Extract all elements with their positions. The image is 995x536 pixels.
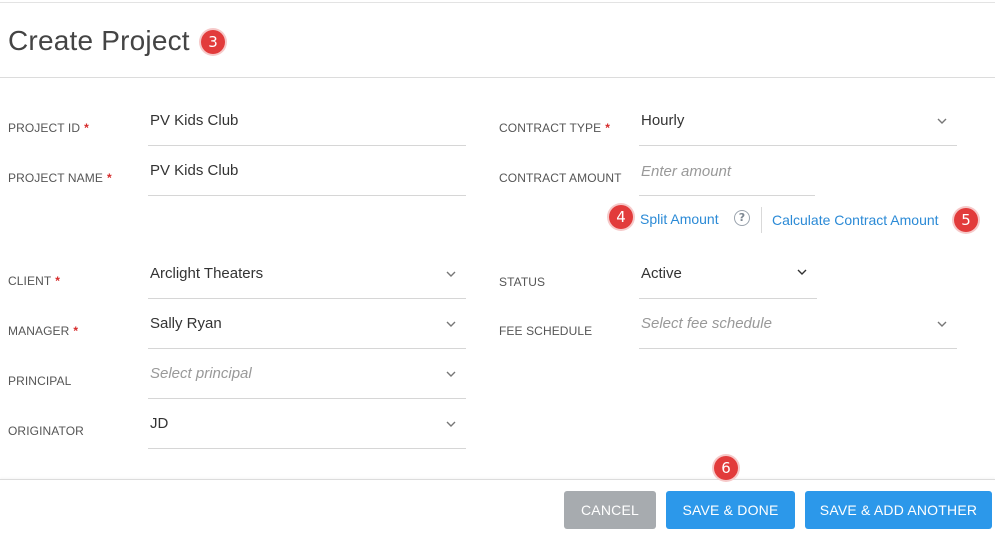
required-marker: * (107, 171, 112, 185)
contract-amount-input[interactable] (639, 156, 815, 186)
step-badge-6: 6 (714, 456, 738, 480)
contract-type-select[interactable]: Hourly (639, 96, 957, 146)
fee-schedule-select[interactable]: Select fee schedule (639, 299, 957, 349)
required-marker: * (605, 121, 610, 135)
status-value: Active (641, 265, 682, 282)
required-marker: * (73, 324, 79, 338)
originator-value: JD (150, 415, 169, 432)
chevron-down-icon (446, 269, 456, 279)
client-value: Arclight Theaters (150, 265, 264, 282)
contract-amount-label: CONTRACT AMOUNT (499, 171, 622, 185)
save-and-done-button[interactable]: SAVE & DONE (666, 491, 795, 529)
project-id-label: PROJECT ID * (8, 121, 89, 135)
page-title: Create Project (8, 25, 190, 56)
step-badge-3: 3 (201, 30, 225, 54)
split-amount-link[interactable]: Split Amount (640, 211, 719, 227)
contract-type-value: Hourly (641, 112, 685, 129)
page-header: Create Project (0, 3, 995, 78)
help-circle-icon[interactable]: ? (734, 210, 750, 226)
project-id-field[interactable]: PV Kids Club (148, 96, 466, 146)
contract-amount-field[interactable] (639, 146, 815, 196)
chevron-down-icon (937, 116, 947, 126)
project-id-value: PV Kids Club (150, 112, 239, 129)
required-marker: * (84, 121, 89, 135)
project-name-field[interactable]: PV Kids Club (148, 146, 466, 196)
cancel-button[interactable]: CANCEL (564, 491, 656, 529)
fee-schedule-label: FEE SCHEDULE (499, 324, 593, 338)
calculate-contract-amount-link[interactable]: Calculate Contract Amount (772, 212, 939, 228)
client-label: CLIENT * (8, 274, 61, 288)
save-and-add-another-button[interactable]: SAVE & ADD ANOTHER (805, 491, 992, 529)
manager-value: Sally Ryan (150, 315, 222, 332)
principal-select[interactable]: Select principal (148, 349, 466, 399)
status-label: STATUS (499, 275, 546, 289)
required-marker: * (55, 274, 61, 288)
chevron-down-icon (937, 319, 947, 329)
project-name-value: PV Kids Club (150, 162, 239, 179)
chevron-down-icon (797, 267, 807, 277)
originator-label: ORIGINATOR (8, 424, 84, 438)
chevron-down-icon (446, 319, 456, 329)
chevron-down-icon (446, 369, 456, 379)
step-badge-4: 4 (609, 205, 633, 229)
link-divider (761, 207, 762, 233)
chevron-down-icon (446, 419, 456, 429)
fee-schedule-placeholder: Select fee schedule (641, 315, 772, 332)
originator-select[interactable]: JD (148, 399, 466, 449)
client-select[interactable]: Arclight Theaters (148, 249, 466, 299)
status-select[interactable]: Active (639, 249, 817, 299)
manager-label: MANAGER * (8, 324, 79, 338)
step-badge-5: 5 (954, 208, 978, 232)
contract-type-label: CONTRACT TYPE * (499, 121, 610, 135)
principal-placeholder: Select principal (150, 365, 252, 382)
project-name-label: PROJECT NAME * (8, 171, 112, 185)
manager-select[interactable]: Sally Ryan (148, 299, 466, 349)
principal-label: PRINCIPAL (8, 374, 72, 388)
